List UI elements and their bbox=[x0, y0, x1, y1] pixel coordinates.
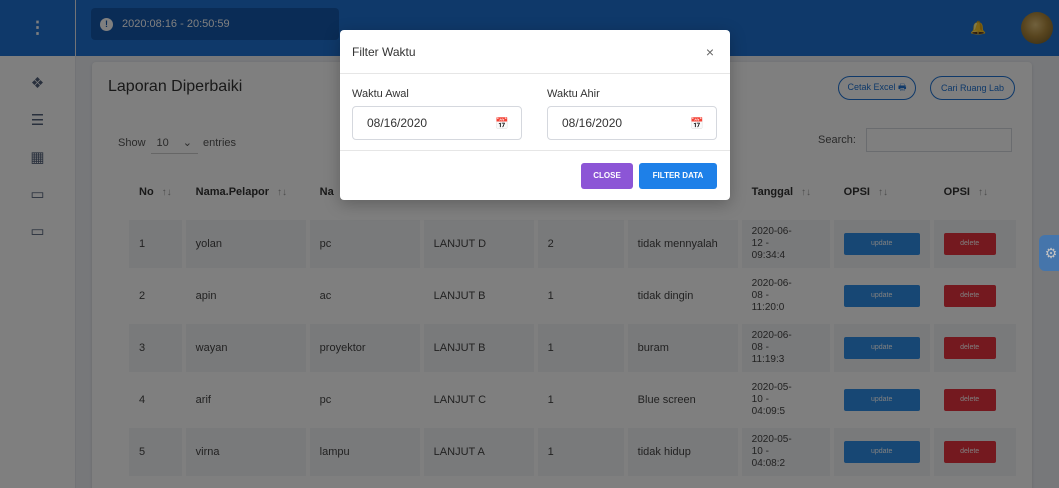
end-date-label: Waktu Ahir bbox=[547, 88, 600, 100]
end-date-value: 08/16/2020 bbox=[562, 116, 623, 130]
filter-data-button[interactable]: FILTER DATA bbox=[639, 162, 717, 189]
end-date-input[interactable]: 08/16/2020 📅 bbox=[547, 106, 717, 140]
filter-modal: Filter Waktu × Waktu Awal 08/16/2020 📅 W… bbox=[340, 30, 730, 200]
start-date-field: Waktu Awal 08/16/2020 📅 bbox=[352, 88, 522, 140]
settings-gear-icon[interactable]: ⚙ bbox=[1039, 235, 1059, 271]
calendar-icon[interactable]: 📅 bbox=[495, 117, 509, 130]
modal-body: Waktu Awal 08/16/2020 📅 Waktu Ahir 08/16… bbox=[340, 74, 730, 151]
start-date-input[interactable]: 08/16/2020 📅 bbox=[352, 106, 522, 140]
start-date-value: 08/16/2020 bbox=[367, 116, 428, 130]
modal-header: Filter Waktu × bbox=[340, 30, 730, 74]
close-button[interactable]: CLOSE bbox=[581, 162, 633, 189]
close-icon[interactable]: × bbox=[706, 44, 714, 60]
calendar-icon[interactable]: 📅 bbox=[690, 117, 704, 130]
end-date-field: Waktu Ahir 08/16/2020 📅 bbox=[547, 88, 717, 140]
modal-footer: CLOSE FILTER DATA bbox=[340, 151, 730, 200]
modal-title: Filter Waktu bbox=[352, 44, 416, 59]
start-date-label: Waktu Awal bbox=[352, 88, 409, 100]
